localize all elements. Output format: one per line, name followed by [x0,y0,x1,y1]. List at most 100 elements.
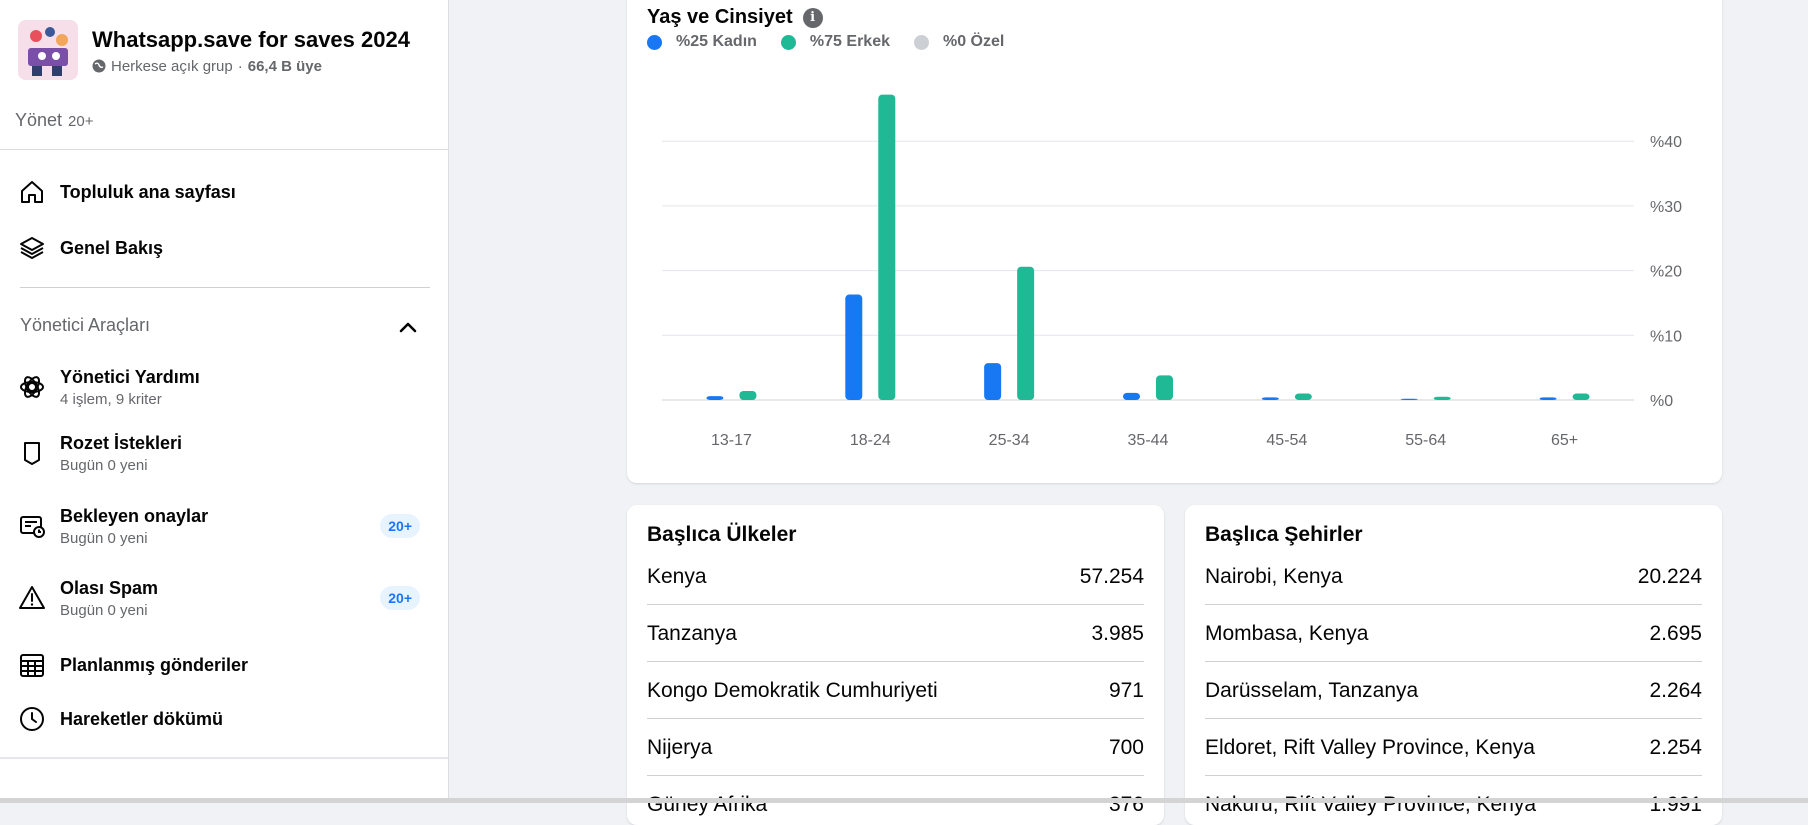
bar-male[interactable] [1294,393,1312,400]
manage-section: Yönet 20+ [15,110,94,131]
city-value: 2.254 [1649,735,1702,759]
nav-pending-approvals[interactable]: Bekleyen onaylar Bugün 0 yeni 20+ [16,505,430,547]
nav-label: Rozet İstekleri [60,433,183,453]
manage-count: 20+ [68,113,94,130]
bar-female[interactable] [845,294,863,400]
legend-item-female: %25 Kadın [647,33,757,51]
screen-edge [0,798,1808,803]
x-tick-label: 25-34 [989,432,1030,449]
legend-item-private: %0 Özel [913,33,1004,51]
nav-label: Hareketler dökümü [60,709,224,729]
clock-icon [16,703,48,735]
group-name[interactable]: Whatsapp.save for saves 2024 [92,26,410,54]
bar-male[interactable] [1156,375,1173,400]
warning-icon [16,582,48,614]
top-countries-card: Başlıca Ülkeler Kenya 57.254 Tanzanya 3.… [627,505,1164,825]
count-badge: 20+ [380,586,420,610]
group-avatar[interactable] [18,20,78,80]
info-icon[interactable]: i [802,7,823,28]
admin-assist-icon [16,371,48,403]
layers-icon [16,232,48,264]
globe-icon [92,59,106,73]
city-value: 2.695 [1649,621,1702,645]
list-item: Nairobi, Kenya 20.224 [1205,549,1702,605]
nav-label: Olası Spam [60,578,159,598]
nav-possible-spam[interactable]: Olası Spam Bugün 0 yeni 20+ [16,577,430,619]
city-value: 20.224 [1637,564,1702,588]
chevron-up-icon[interactable] [396,316,420,340]
country-value: 376 [1108,792,1144,816]
nav-scheduled-posts[interactable]: Planlanmış gönderiler [16,649,430,681]
country-value: 971 [1108,678,1144,702]
legend-dot [647,34,662,50]
bar-male[interactable] [1017,266,1035,400]
country-name: Kongo Demokratik Cumhuriyeti [647,678,938,702]
nav-label: Bekleyen onaylar [60,506,209,526]
city-value: 1.991 [1649,792,1702,816]
admin-tools-title[interactable]: Yönetici Araçları [20,315,150,336]
group-privacy: Herkese açık grup [111,57,233,75]
legend-label: %75 Erkek [809,33,890,50]
x-tick-label: 55-64 [1405,432,1446,449]
bar-female[interactable] [1261,397,1279,400]
bar-female[interactable] [1539,397,1557,400]
chart-title: Yaş ve Cinsiyet i [647,6,823,29]
chart-title-text: Yaş ve Cinsiyet [647,6,793,28]
y-tick-label: %30 [1650,199,1682,216]
x-tick-label: 13-17 [711,432,752,449]
country-name: Tanzanya [647,621,737,645]
nav-subtext: Bugün 0 yeni [60,530,148,547]
list-item: Tanzanya 3.985 [647,606,1144,662]
nav-admin-assist[interactable]: Yönetici Yardımı 4 işlem, 9 kriter [16,366,430,408]
nav-community-home[interactable]: Topluluk ana sayfası [16,176,430,208]
group-header[interactable]: Whatsapp.save for saves 2024 Herkese açı… [18,20,410,80]
chart-legend: %25 Kadın %75 Erkek %0 Özel [647,33,1004,51]
bar-male[interactable] [1433,396,1451,400]
list-item: Kenya 57.254 [647,549,1144,605]
nav-label: Genel Bakış [60,238,164,258]
nav-subtext: 4 işlem, 9 kriter [60,391,162,408]
y-tick-label: %20 [1650,264,1682,281]
y-tick-label: %0 [1650,393,1673,410]
y-tick-label: %10 [1650,328,1682,345]
home-icon [16,176,48,208]
divider [0,757,448,759]
bar-female[interactable] [984,363,1002,400]
nav-subtext: Bugün 0 yeni [60,457,148,474]
bar-male[interactable] [739,390,757,400]
bar-male[interactable] [878,94,896,400]
group-members[interactable]: 66,4 B üye [248,58,322,75]
list-item: Kongo Demokratik Cumhuriyeti 971 [647,663,1144,719]
group-meta: Herkese açık grup · 66,4 B üye [92,58,410,75]
legend-dot [913,34,929,50]
bar-female[interactable] [706,396,724,400]
nav-label: Topluluk ana sayfası [60,182,236,202]
x-tick-label: 65+ [1551,432,1578,449]
city-name: Mombasa, Kenya [1205,621,1369,645]
x-tick-label: 45-54 [1266,432,1307,449]
list-item: Eldoret, Rift Valley Province, Kenya 2.2… [1205,720,1702,776]
divider [20,287,430,288]
country-name: Güney Afrika [647,792,768,816]
bar-male[interactable] [1572,393,1590,400]
country-name: Kenya [647,564,707,588]
country-value: 3.985 [1091,621,1144,645]
card-title: Başlıca Ülkeler [647,523,797,546]
country-value: 700 [1108,735,1144,759]
nav-subtext: Bugün 0 yeni [60,602,148,619]
city-name: Eldoret, Rift Valley Province, Kenya [1205,735,1535,759]
nav-label: Planlanmış gönderiler [60,655,249,675]
city-name: Darüsselam, Tanzanya [1205,678,1419,702]
nav-overview[interactable]: Genel Bakış [16,232,430,264]
pending-approvals-icon [16,510,48,542]
list-item: Nijerya 700 [647,720,1144,776]
x-tick-label: 18-24 [850,432,891,449]
bar-female[interactable] [1400,398,1418,400]
country-name: Nijerya [647,735,713,759]
nav-activity-log[interactable]: Hareketler dökümü [16,703,430,735]
meta-separator: · [237,57,243,75]
nav-badge-requests[interactable]: Rozet İstekleri Bugün 0 yeni [16,432,430,474]
divider [0,149,448,150]
legend-item-male: %75 Erkek [780,33,890,51]
bar-female[interactable] [1123,392,1140,400]
